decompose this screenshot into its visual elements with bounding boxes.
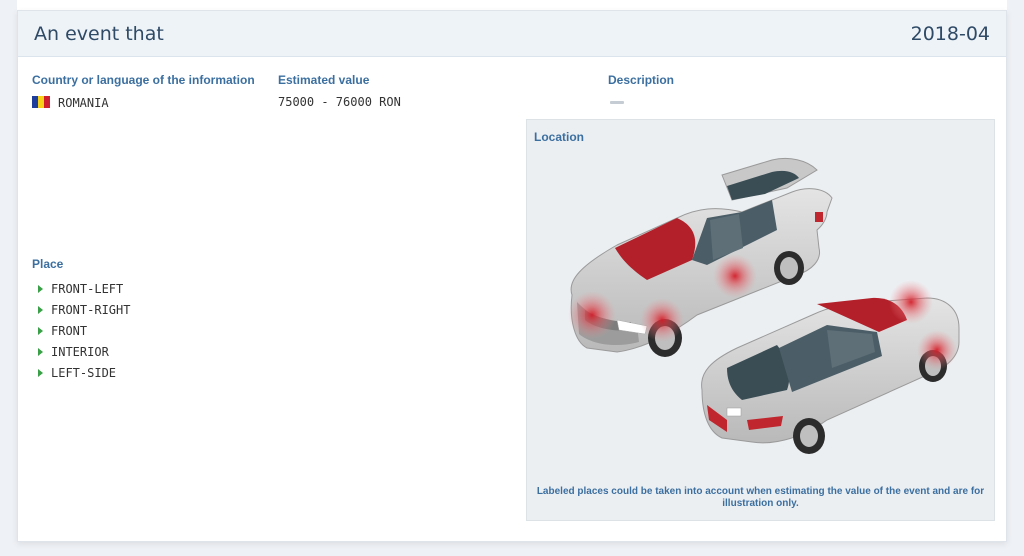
car-damage-diagram (568, 157, 960, 454)
location-note: Labeled places could be taken into accou… (536, 486, 985, 509)
estimated-value-label: Estimated value (278, 73, 370, 87)
bullet-triangle-icon (38, 284, 43, 293)
estimated-value: 75000 - 76000 RON (278, 95, 401, 109)
description-label: Description (608, 73, 675, 87)
previous-card-edge (17, 0, 1007, 10)
card-header: An event that 2018-04 (18, 11, 1006, 57)
event-title: An event that (34, 22, 164, 45)
bullet-triangle-icon (38, 326, 43, 335)
list-item: FRONT-LEFT (38, 278, 130, 299)
event-date: 2018-04 (910, 22, 990, 45)
list-item: FRONT-RIGHT (38, 299, 130, 320)
place-label: Place (32, 257, 64, 271)
list-item: FRONT (38, 320, 130, 341)
location-panel: Location Labeled places could be taken i… (526, 119, 995, 521)
country-value: ROMANIA (32, 94, 109, 112)
place-list: FRONT-LEFT FRONT-RIGHT FRONT INTERIOR LE… (38, 278, 130, 383)
car-rear-view (701, 280, 960, 454)
country-label: Country or language of the information (32, 73, 255, 87)
bullet-triangle-icon (38, 368, 43, 377)
bullet-triangle-icon (38, 347, 43, 356)
country-name: ROMANIA (58, 96, 109, 110)
romania-flag-icon (32, 96, 50, 108)
list-item: LEFT-SIDE (38, 362, 130, 383)
description-empty-dash (610, 101, 624, 104)
list-item: INTERIOR (38, 341, 130, 362)
bullet-triangle-icon (38, 305, 43, 314)
event-card: An event that 2018-04 Country or languag… (17, 10, 1007, 542)
